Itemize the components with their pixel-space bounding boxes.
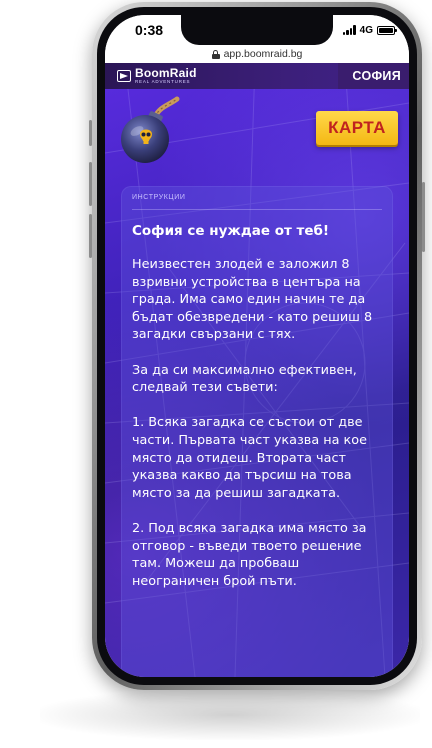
instructions-paragraph: Неизвестен злодей е заложил 8 взривни ус… <box>132 257 373 343</box>
city-selector[interactable]: СОФИЯ <box>338 63 409 89</box>
instructions-body: Неизвестен злодей е заложил 8 взривни ус… <box>132 256 388 608</box>
volume-up-button <box>89 162 92 206</box>
boomraid-logo[interactable]: BoomRaid REAL ADVENTURES <box>117 67 197 85</box>
phone-screen: 0:38 4G app.boomraid.bg BoomRaid REAL AD… <box>105 15 409 677</box>
phone-shadow <box>40 690 420 740</box>
signal-icon <box>342 25 356 35</box>
logo-tagline: REAL ADVENTURES <box>135 79 191 85</box>
phone-frame: 0:38 4G app.boomraid.bg BoomRaid REAL AD… <box>89 2 425 690</box>
logo-name: BoomRaid <box>135 66 197 81</box>
boomraid-logo-icon <box>117 70 131 82</box>
address-bar[interactable]: app.boomraid.bg <box>105 45 409 63</box>
instructions-title: София се нуждае от теб! <box>132 223 330 239</box>
map-button[interactable]: КАРТА <box>316 111 398 145</box>
url-text: app.boomraid.bg <box>223 48 303 60</box>
instructions-paragraph: За да си максимално ефективен, следвай т… <box>132 362 357 396</box>
status-bar: 0:38 4G <box>105 15 409 45</box>
section-label: ИНСТРУКЦИИ <box>132 194 186 201</box>
divider <box>132 209 382 210</box>
volume-down-button <box>89 214 92 258</box>
bomb-icon <box>121 96 180 163</box>
network-type: 4G <box>359 24 373 36</box>
status-indicators: 4G <box>342 24 397 36</box>
instructions-paragraph: 2. Под всяка загадка има място за отгово… <box>132 520 367 589</box>
battery-icon <box>377 25 397 35</box>
instructions-card: ИНСТРУКЦИИ София се нуждае от теб! Неизв… <box>121 186 393 677</box>
instructions-paragraph: 1. Всяка загадка се състои от две части.… <box>132 415 367 501</box>
power-button <box>422 182 425 252</box>
status-time: 0:38 <box>135 22 164 38</box>
app-view: BoomRaid REAL ADVENTURES СОФИЯ КАРТА ИНС… <box>105 63 409 677</box>
mute-switch <box>89 120 92 146</box>
app-header: BoomRaid REAL ADVENTURES СОФИЯ <box>105 63 409 89</box>
logo-wordmark: BoomRaid REAL ADVENTURES <box>135 67 197 85</box>
notch <box>181 15 333 45</box>
lock-icon <box>211 49 220 59</box>
